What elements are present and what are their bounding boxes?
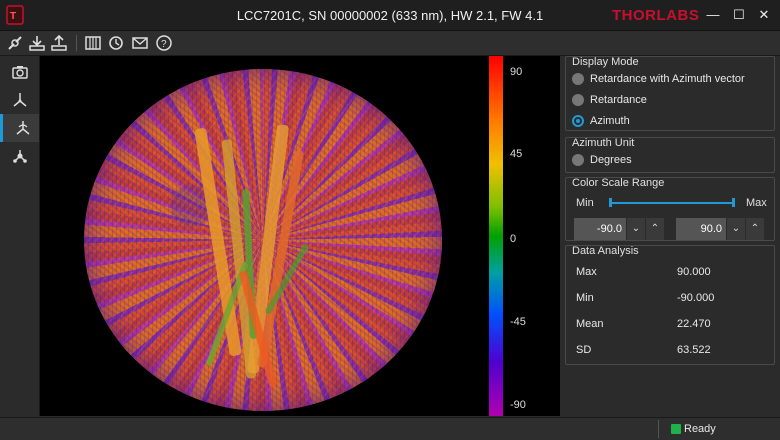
azimuth-axis-icon: [16, 121, 30, 135]
radio-dot: [572, 154, 584, 166]
status-text: Ready: [684, 423, 716, 435]
image-viewport[interactable]: 90 45 0 -45 -90: [40, 56, 560, 416]
range-slider-min-thumb[interactable]: [609, 198, 612, 207]
refresh-icon[interactable]: [107, 34, 125, 52]
max-decrement-button[interactable]: ⌄: [727, 218, 745, 240]
display-mode-group: Display Mode Retardance with Azimuth vec…: [565, 56, 775, 131]
camera-icon: [12, 66, 28, 79]
axis-icon: [13, 93, 27, 107]
max-value-input[interactable]: 90.0: [676, 218, 726, 240]
stat-label: SD: [576, 344, 592, 356]
colorbar-tick: 0: [510, 233, 517, 245]
toolbar-separator: [76, 35, 77, 51]
max-label: Max: [746, 197, 767, 209]
thorlabs-brand: THORLABS: [612, 7, 700, 24]
connect-icon[interactable]: [6, 34, 24, 52]
radio-label: Azimuth: [590, 115, 630, 127]
color-scale-group: Color Scale Range Min Max -90.0 ⌄ ⌃ 90.0…: [565, 177, 775, 241]
image-rim: [84, 69, 442, 411]
molecule-icon: [13, 150, 27, 163]
display-mode-title: Display Mode: [572, 56, 639, 68]
colorbar-tick: 90: [510, 66, 523, 78]
radio-dot-selected: [572, 115, 584, 127]
download-icon[interactable]: [28, 34, 46, 52]
toolbar: ?: [0, 31, 780, 56]
min-increment-button[interactable]: ⌃: [646, 218, 664, 240]
stat-value: 22.470: [677, 318, 711, 330]
left-sidebar: [0, 56, 40, 416]
min-value-input[interactable]: -90.0: [574, 218, 626, 240]
max-increment-button[interactable]: ⌃: [746, 218, 764, 240]
color-scale-title: Color Scale Range: [572, 177, 665, 189]
radio-label: Degrees: [590, 154, 632, 166]
help-icon[interactable]: ?: [155, 34, 173, 52]
title-bar: T LCC7201C, SN 00000002 (633 nm), HW 2.1…: [0, 0, 780, 31]
colorbar-tick: -45: [510, 316, 526, 328]
maximize-button[interactable]: ☐: [728, 5, 750, 25]
radio-dot: [572, 73, 584, 85]
stat-label: Mean: [576, 318, 604, 330]
radio-label: Retardance with Azimuth vector: [590, 73, 745, 85]
min-label: Min: [576, 197, 594, 209]
status-divider: [658, 420, 659, 438]
close-button[interactable]: ✕: [753, 5, 775, 25]
stat-label: Max: [576, 266, 597, 278]
colorbar-tick: 45: [510, 148, 523, 160]
range-slider-track[interactable]: [610, 202, 735, 204]
range-slider-max-thumb[interactable]: [732, 198, 735, 207]
stat-value: 63.522: [677, 344, 711, 356]
grid-icon[interactable]: [84, 34, 102, 52]
colorbar-tick: -90: [510, 399, 526, 411]
azimuth-image: [84, 69, 442, 411]
color-scale-bar: [489, 56, 503, 416]
right-panel: Display Mode Retardance with Azimuth vec…: [561, 56, 780, 416]
status-indicator-icon: [671, 424, 681, 434]
sidebar-item-molecule[interactable]: [0, 142, 39, 170]
upload-icon[interactable]: [50, 34, 68, 52]
azimuth-unit-title: Azimuth Unit: [572, 137, 635, 149]
min-decrement-button[interactable]: ⌄: [627, 218, 645, 240]
mail-icon[interactable]: [131, 34, 149, 52]
radio-dot: [572, 94, 584, 106]
sidebar-item-camera[interactable]: [0, 58, 39, 86]
stat-value: 90.000: [677, 266, 711, 278]
status-bar: Ready: [0, 417, 780, 440]
svg-text:?: ?: [161, 39, 167, 50]
data-analysis-group: Data Analysis Max 90.000 Min -90.000 Mea…: [565, 245, 775, 365]
stat-label: Min: [576, 292, 594, 304]
sidebar-item-azimuth[interactable]: [0, 114, 39, 142]
minimize-button[interactable]: —: [702, 5, 724, 25]
azimuth-unit-group: Azimuth Unit Degrees: [565, 137, 775, 173]
radio-label: Retardance: [590, 94, 647, 106]
data-analysis-title: Data Analysis: [572, 245, 639, 257]
stat-value: -90.000: [677, 292, 715, 304]
sidebar-item-axis[interactable]: [0, 86, 39, 114]
